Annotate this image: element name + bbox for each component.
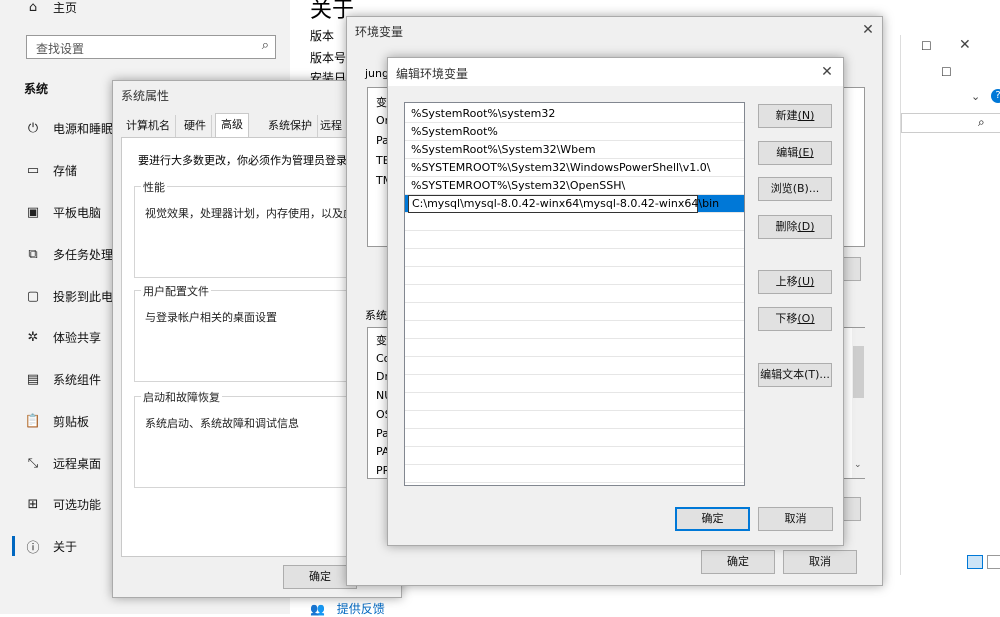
- system-vars-label: 系统: [365, 309, 387, 322]
- list-item: [405, 357, 744, 375]
- list-item[interactable]: %SYSTEMROOT%\System32\WindowsPowerShell\…: [405, 159, 744, 177]
- feedback-link[interactable]: 👥 提供反馈: [310, 600, 385, 617]
- optional-icon: ⊞: [27, 496, 39, 512]
- edit-env-var-dialog: 编辑环境变量 ✕ %SystemRoot%\system32 %SystemRo…: [387, 57, 844, 546]
- storage-icon: ▭: [26, 162, 40, 178]
- list-item: [405, 339, 744, 357]
- components-icon: ▤: [26, 371, 40, 387]
- sidebar-item-home[interactable]: ⌂ 主页: [24, 0, 284, 19]
- list-item: [405, 213, 744, 231]
- tab-remote[interactable]: 远程: [315, 115, 348, 137]
- home-icon: ⌂: [28, 0, 38, 15]
- share-icon: ✲: [27, 329, 39, 345]
- search-icon: ⌕: [261, 38, 269, 53]
- info-icon: ⓘ: [26, 540, 40, 556]
- list-item: [405, 429, 744, 447]
- dialog-title: 编辑环境变量: [396, 67, 469, 81]
- user-vars-label: jung: [365, 67, 389, 80]
- list-item: [405, 375, 744, 393]
- maximize-icon[interactable]: ☐: [921, 39, 932, 53]
- edit-button[interactable]: 编辑(E): [758, 141, 832, 165]
- tablet-icon: ▣: [26, 204, 40, 220]
- power-icon: ⏻: [27, 120, 39, 136]
- project-icon: ▢: [26, 288, 40, 304]
- list-item: [405, 303, 744, 321]
- list-item: [405, 231, 744, 249]
- explorer-search-input[interactable]: ⌕: [901, 113, 1000, 133]
- scrollbar[interactable]: ⌄: [852, 328, 865, 478]
- delete-button[interactable]: 删除(D): [758, 215, 832, 239]
- clipboard-icon: 📋: [24, 413, 42, 429]
- list-item: [405, 249, 744, 267]
- list-item[interactable]: %SYSTEMROOT%\System32\OpenSSH\: [405, 177, 744, 195]
- remote-icon: ⤡: [27, 455, 39, 471]
- tab-hardware[interactable]: 硬件: [179, 115, 212, 137]
- list-item: [405, 285, 744, 303]
- list-item[interactable]: %SystemRoot%\system32: [405, 105, 744, 123]
- help-icon[interactable]: ?: [991, 89, 1000, 103]
- maximize-icon[interactable]: ☐: [941, 65, 952, 79]
- path-list[interactable]: %SystemRoot%\system32 %SystemRoot% %Syst…: [404, 102, 745, 486]
- new-button[interactable]: 新建(N): [758, 104, 832, 128]
- list-item: 变: [376, 96, 387, 109]
- move-down-button[interactable]: 下移(O): [758, 307, 832, 331]
- list-item: [405, 267, 744, 285]
- list-item: [405, 465, 744, 483]
- chevron-down-icon[interactable]: ⌄: [854, 460, 862, 470]
- ok-button[interactable]: 确定: [675, 507, 750, 531]
- list-item: 变: [376, 334, 387, 347]
- about-build: 版本号: [310, 51, 347, 65]
- close-icon[interactable]: ✕: [959, 37, 971, 53]
- list-item: [405, 393, 744, 411]
- close-icon[interactable]: ✕: [815, 61, 839, 83]
- multitask-icon: ⧉: [28, 246, 38, 262]
- tab-advanced[interactable]: 高级: [215, 113, 249, 137]
- move-up-button[interactable]: 上移(U): [758, 270, 832, 294]
- tab-system-protection[interactable]: 系统保护: [263, 115, 318, 137]
- edit-text-button[interactable]: 编辑文本(T)...: [758, 363, 832, 387]
- chevron-down-icon[interactable]: ⌄: [971, 90, 980, 103]
- list-item-editing[interactable]: C:\mysql\mysql-8.0.42-winx64\mysql-8.0.4…: [405, 195, 744, 213]
- browse-button[interactable]: 浏览(B)...: [758, 177, 832, 201]
- details-view-icon[interactable]: [967, 555, 983, 569]
- list-item[interactable]: %SystemRoot%\System32\Wbem: [405, 141, 744, 159]
- search-icon: ⌕: [978, 115, 985, 129]
- admin-note: 要进行大多数更改，你必须作为管理员登录。: [138, 154, 358, 167]
- tab-computer-name[interactable]: 计算机名: [121, 115, 176, 137]
- explorer-window: ☐ ✕ ☐ ⌄ ? ⌕: [900, 35, 1000, 575]
- tiles-view-icon[interactable]: [987, 555, 1000, 569]
- list-item: [405, 411, 744, 429]
- list-item[interactable]: %SystemRoot%: [405, 123, 744, 141]
- close-icon[interactable]: ✕: [856, 19, 880, 41]
- selected-indicator: [12, 536, 15, 556]
- path-edit-input[interactable]: C:\mysql\mysql-8.0.42-winx64\mysql-8.0.4…: [408, 195, 719, 213]
- envvars-cancel-button[interactable]: 取消: [783, 550, 857, 574]
- settings-search-input[interactable]: 查找设置 ⌕: [26, 35, 276, 59]
- about-version: 版本: [310, 29, 335, 43]
- envvars-ok-button[interactable]: 确定: [701, 550, 775, 574]
- list-item: [405, 447, 744, 465]
- list-item: [405, 321, 744, 339]
- cancel-button[interactable]: 取消: [758, 507, 833, 531]
- scrollbar-thumb[interactable]: [853, 346, 864, 398]
